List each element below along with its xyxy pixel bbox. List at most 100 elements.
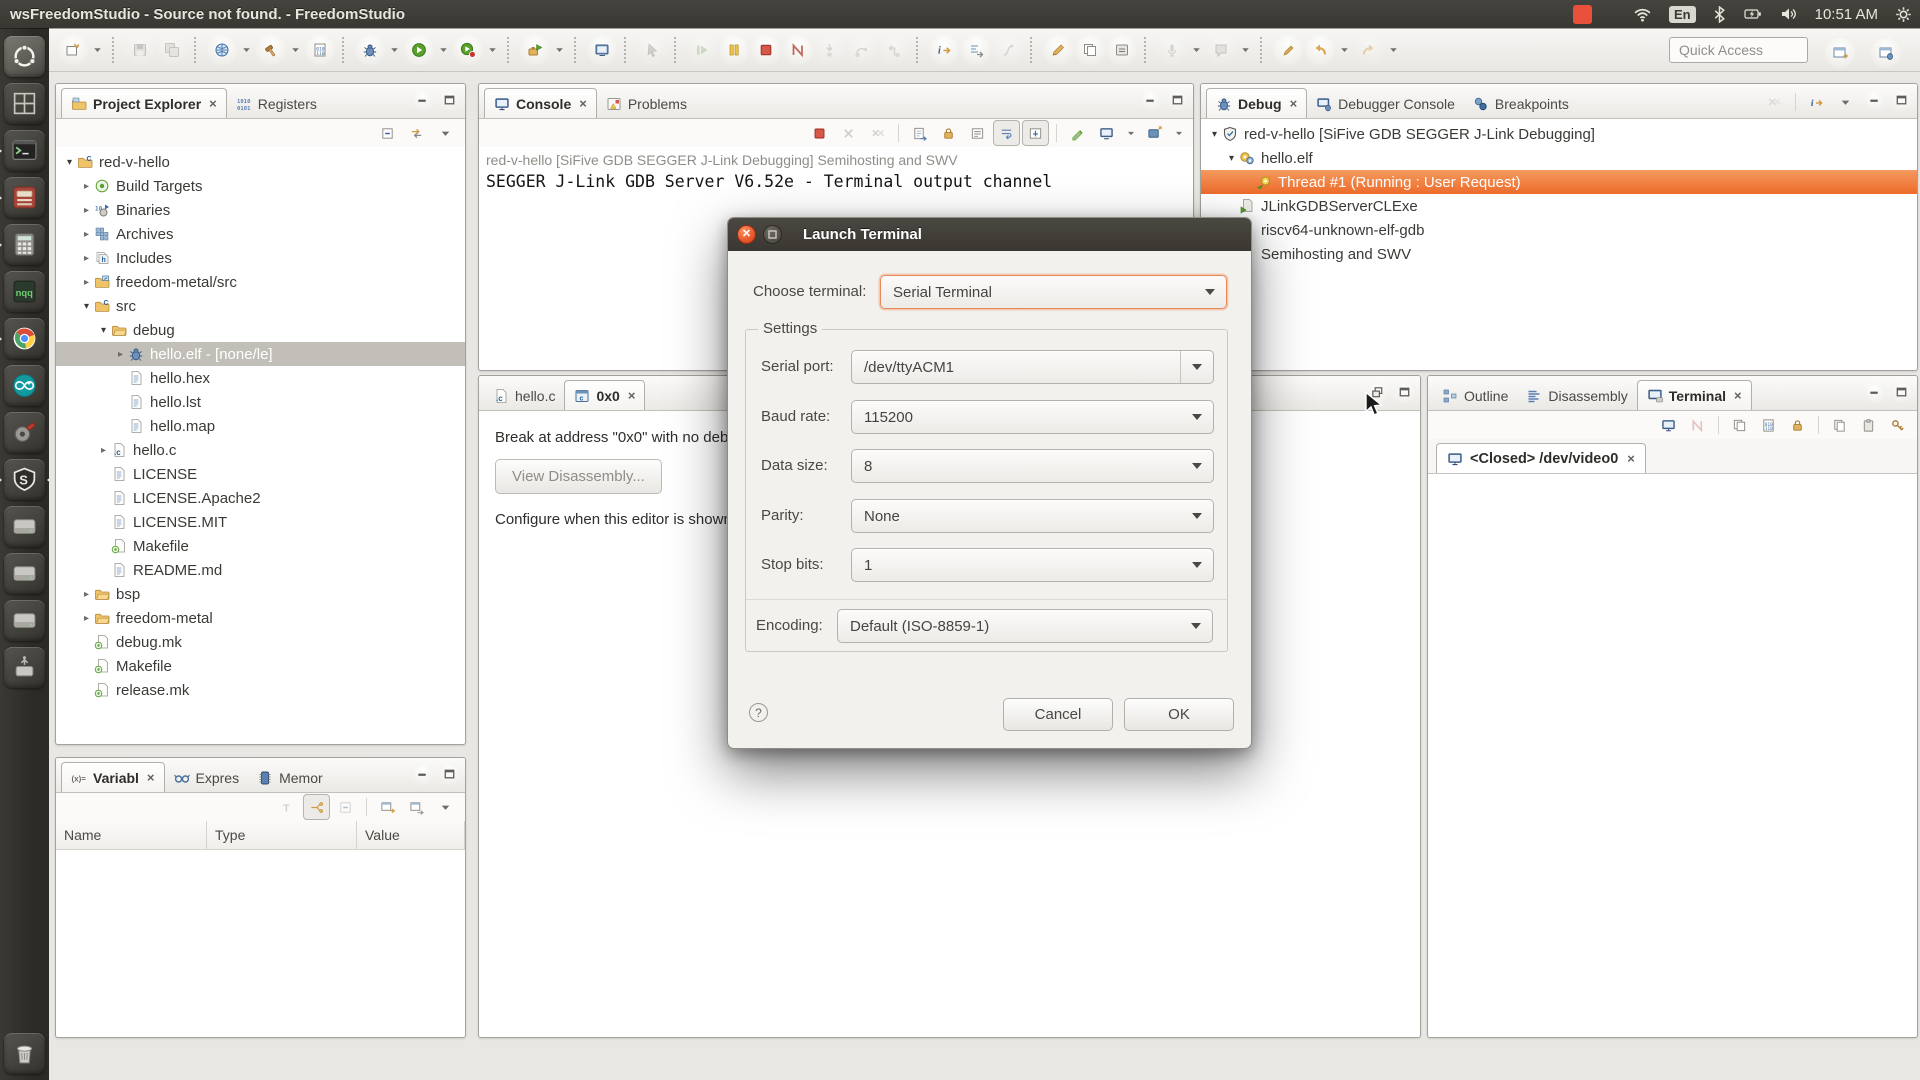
profile-button[interactable] [453,34,483,65]
tree-item-semihosting-and-swv[interactable]: Semihosting and SWV [1201,242,1917,266]
dialog-maximize-icon[interactable] [763,225,782,244]
run-button[interactable] [404,34,434,65]
clock[interactable]: 10:51 AM [1815,6,1878,23]
tree-item-archives[interactable]: ▸ Archives [56,222,465,246]
build-menu-icon[interactable] [287,35,304,65]
tree-item-debug-mk[interactable]: debug.mk [56,630,465,654]
close-tab-icon[interactable]: × [1290,96,1298,111]
external-tools-button[interactable] [520,34,550,65]
launcher-freedom-studio[interactable]: S [0,459,52,500]
set-encoding-icon[interactable]: 010 110 [1755,412,1782,438]
tab-variabl[interactable]: (x)= Variabl × [61,762,165,792]
tree-item-includes[interactable]: ▸ h Includes [56,246,465,270]
tab-debugger-console[interactable]: Debugger Console [1307,89,1464,118]
close-tab-icon[interactable]: × [209,96,217,111]
scroll-lock-icon[interactable] [1784,412,1811,438]
launcher-arduino[interactable] [4,365,45,406]
baud-rate-select[interactable]: 115200 [851,400,1214,434]
display-selected-console-icon[interactable] [1093,120,1120,146]
column-header-value[interactable]: Value [357,821,465,849]
minimize-panel-icon[interactable] [1140,90,1161,111]
maximize-panel-icon[interactable] [1167,90,1188,111]
new-menu-icon[interactable] [89,35,106,65]
tab-memor[interactable]: Memor [248,763,332,792]
tree-item-src[interactable]: ▾ Csrc [56,294,465,318]
tree-item-makefile[interactable]: Makefile [56,654,465,678]
launch-menu-icon[interactable] [238,35,255,65]
tree-item-license[interactable]: LICENSE [56,462,465,486]
expand-arrow-icon[interactable]: ▸ [79,253,94,264]
minimize-panel-icon[interactable] [1864,382,1885,403]
tab-project-explorer[interactable]: Project Explorer × [61,88,227,118]
minimize-panel-icon[interactable] [412,764,433,785]
view-menu-icon[interactable] [432,120,459,146]
tree-item-hello-lst[interactable]: hello.lst [56,390,465,414]
dialog-close-icon[interactable]: ✕ [737,225,756,244]
expand-arrow-icon[interactable]: ▸ [113,349,128,360]
view-disassembly-button[interactable]: View Disassembly... [495,459,662,494]
tree-item-thread-1-running-user-request[interactable]: Thread #1 (Running : User Request) [1201,170,1917,194]
serial-port-select[interactable]: /dev/ttyACM1 [851,350,1214,384]
parity-select[interactable]: None [851,499,1214,533]
scroll-lock-icon[interactable] [935,120,962,146]
tree-item-hello-c[interactable]: ▸ .c hello.c [56,438,465,462]
expand-arrow-icon[interactable]: ▸ [79,277,94,288]
instruction-stepping-button[interactable]: i [929,34,959,65]
toggle-mark-occurrences-button[interactable] [1043,34,1073,65]
open-console-menu-icon[interactable] [1170,118,1187,148]
expand-arrow-icon[interactable]: ▸ [79,613,94,624]
tree-item-binaries[interactable]: ▸ 10 Binaries [56,198,465,222]
open-new-view-icon[interactable] [374,794,401,820]
terminal-settings-icon[interactable] [1884,412,1911,438]
launcher-chrome[interactable] [0,318,45,359]
open-console-button[interactable] [587,34,617,65]
export-log-icon[interactable] [906,120,933,146]
build-log-button[interactable]: 010 110 [305,34,335,65]
maximize-panel-icon[interactable] [439,90,460,111]
encoding-select[interactable]: Default (ISO-8859-1) [837,609,1213,643]
tab-debug[interactable]: Debug × [1206,88,1308,118]
word-wrap-icon[interactable] [993,120,1020,146]
column-header-name[interactable]: Name [56,821,207,849]
launcher-workspace-switcher[interactable] [4,83,45,124]
tree-item-readme-md[interactable]: README.md [56,558,465,582]
expand-arrow-icon[interactable]: ▸ [79,205,94,216]
collapse-arrow-icon[interactable]: ▾ [96,325,111,336]
external-tools-menu-icon[interactable] [551,35,568,65]
close-tab-icon[interactable]: × [628,388,636,403]
maximize-panel-icon[interactable] [1394,382,1415,403]
launcher-file-manager[interactable] [0,177,45,218]
clear-console-icon[interactable] [1064,120,1091,146]
tree-item-freedom-metal-src[interactable]: ▸ freedom-metal/src [56,270,465,294]
collapse-arrow-icon[interactable]: ▾ [1224,153,1239,164]
launcher-disk-drive-3[interactable] [4,600,45,641]
back-menu-icon[interactable] [1336,35,1353,65]
launcher-disk-drive-2[interactable] [4,553,45,594]
link-with-editor-icon[interactable] [403,120,430,146]
volume-icon[interactable] [1780,6,1798,22]
instruction-stepping-mode-icon[interactable]: i [1803,89,1830,115]
tree-item-hello-elf-none-le[interactable]: ▸ hello.elf - [none/le] [56,342,465,366]
close-tab-icon[interactable]: × [147,770,155,785]
debug-perspective-button[interactable] [1871,38,1901,68]
open-task-button[interactable] [1107,34,1137,65]
link-with-editor-button[interactable] [1075,34,1105,65]
minimize-panel-icon[interactable] [412,90,433,111]
expand-arrow-icon[interactable]: ▸ [79,589,94,600]
back-button[interactable] [1305,34,1335,65]
tab-expres[interactable]: Expres [165,763,249,792]
tree-item-hello-map[interactable]: hello.map [56,414,465,438]
tree-item-hello-elf[interactable]: ▾ hello.elf [1201,146,1917,170]
maximize-panel-icon[interactable] [1891,382,1912,403]
disconnect-button[interactable] [783,34,813,65]
tree-item-bsp[interactable]: ▸ bsp [56,582,465,606]
quick-access-input[interactable]: Quick Access [1669,37,1808,63]
launcher-calculator[interactable] [0,224,45,265]
close-tab-icon[interactable]: × [1734,388,1742,403]
view-menu-icon[interactable] [432,794,459,820]
launcher-usb-drive[interactable] [4,647,45,688]
wifi-icon[interactable] [1633,6,1652,23]
maximize-panel-icon[interactable] [439,764,460,785]
minimize-panel-icon[interactable] [1864,90,1885,111]
paste-icon[interactable] [1855,412,1882,438]
